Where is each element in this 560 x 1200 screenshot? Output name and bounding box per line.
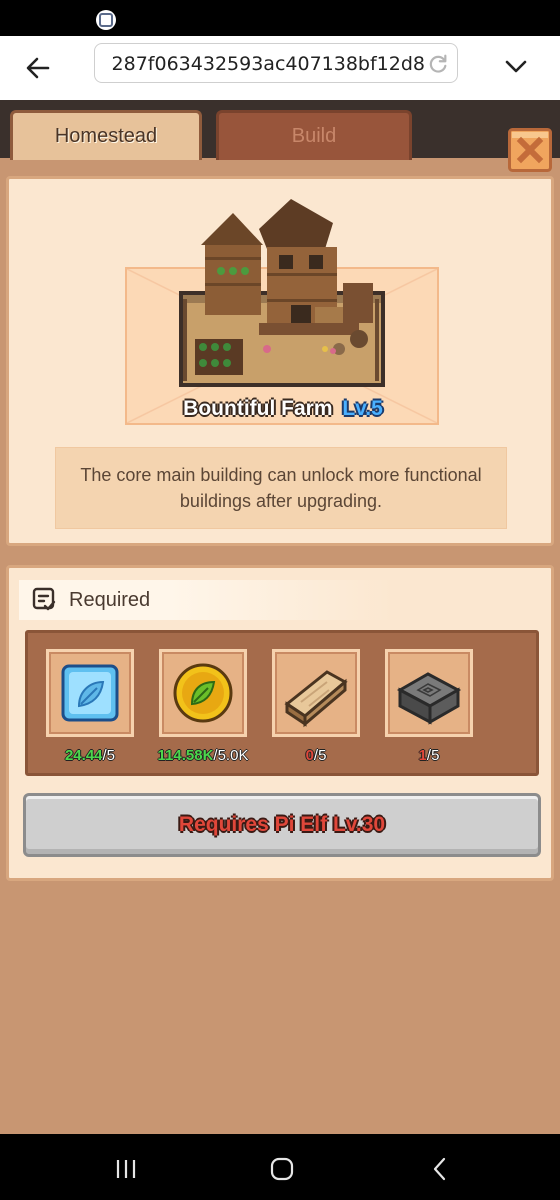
app-notification-icon [96, 10, 116, 30]
leaf-crystal-icon [61, 664, 119, 722]
reload-icon[interactable] [427, 53, 449, 75]
chevron-down-icon[interactable] [502, 52, 530, 80]
resource-need: /5 [426, 747, 440, 764]
close-button[interactable] [508, 128, 552, 172]
requirements-panel: Required 24.44/5 114.58K/5.0K 0/5 1/5 Re… [6, 565, 554, 881]
resource-slot[interactable] [272, 649, 360, 737]
resource-need: /5.0K [213, 747, 249, 764]
upgrade-requirement-label: Requires Pi Elf Lv.30 [178, 813, 386, 836]
url-field[interactable]: 287f063432593ac407138bf12d8 [94, 43, 458, 83]
url-text[interactable]: 287f063432593ac407138bf12d8 [95, 53, 425, 75]
stone-block-icon [396, 672, 462, 725]
resource-count: 114.58K/5.0K [143, 747, 263, 764]
resource-slot[interactable] [46, 649, 134, 737]
back-arrow-icon[interactable] [22, 52, 54, 84]
tab-homestead[interactable]: Homestead [10, 110, 202, 160]
system-nav-bar [0, 1134, 560, 1200]
home-icon[interactable] [269, 1156, 295, 1182]
required-header: Required [19, 580, 393, 620]
resource-slot[interactable] [385, 649, 473, 737]
building-level: Lv.5 [342, 397, 383, 420]
building-title: Bountiful Farm Lv.5 [9, 397, 557, 421]
building-info-panel: Bountiful Farm Lv.5 The core main buildi… [6, 176, 554, 546]
back-nav-icon[interactable] [427, 1156, 453, 1182]
farm-building-image [179, 199, 385, 387]
tab-build-label: Build [291, 125, 337, 147]
status-bar [0, 0, 560, 36]
resource-list: 24.44/5 114.58K/5.0K 0/5 1/5 [25, 630, 539, 776]
resource-need: /5 [102, 747, 116, 764]
upgrade-requirement-button[interactable]: Requires Pi Elf Lv.30 [23, 793, 541, 857]
resource-have: 24.44 [64, 747, 103, 764]
resource-count: 24.44/5 [30, 747, 150, 764]
tab-homestead-label: Homestead [54, 125, 158, 147]
resource-have: 1 [418, 747, 427, 764]
building-description: The core main building can unlock more f… [55, 447, 507, 529]
building-description-text: The core main building can unlock more f… [80, 465, 482, 511]
building-name: Bountiful Farm [183, 397, 333, 420]
checklist-icon [32, 587, 56, 611]
resource-count: 0/5 [256, 747, 376, 764]
recent-apps-icon[interactable] [113, 1156, 139, 1182]
resource-slot[interactable] [159, 649, 247, 737]
resource-have: 114.58K [157, 747, 214, 764]
resource-need: /5 [313, 747, 327, 764]
resource-have: 0 [305, 747, 314, 764]
browser-toolbar: 287f063432593ac407138bf12d8 [0, 36, 560, 100]
tab-build[interactable]: Build [216, 110, 412, 160]
required-label: Required [69, 589, 151, 611]
gold-leaf-coin-icon [173, 663, 233, 723]
resource-count: 1/5 [369, 747, 489, 764]
wood-plank-icon [284, 670, 348, 728]
